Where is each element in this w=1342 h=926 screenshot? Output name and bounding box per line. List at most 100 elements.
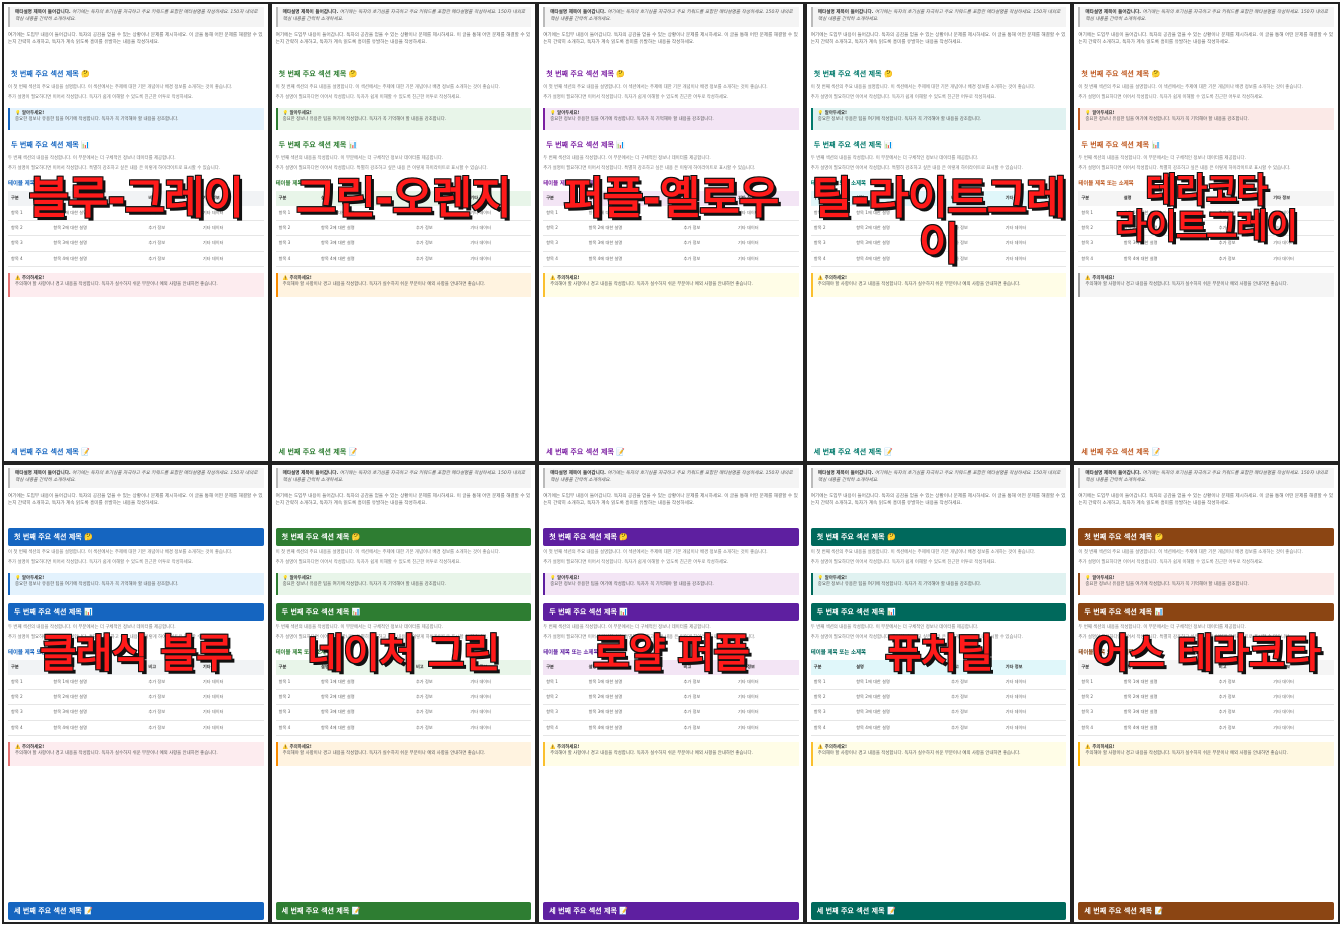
tip-box: 💡 알아두세요! 중요한 정보나 유용한 팁을 여기에 작성합니다. 독자가 꼭 … [275, 572, 532, 595]
table-row: 항목 1 항목 1에 대한 설명 추가 정보 기타 데이터 [543, 674, 799, 690]
table-row: 항목 2 항목 2에 대한 설명 추가 정보 기타 데이터 [810, 220, 1067, 237]
table-cell: 항목 3 [810, 235, 854, 252]
meta-note: 매타설명 제목이 들어갑니다. 여기에는 독자의 호기심을 자극하고 주요 키워… [8, 468, 264, 488]
table-row: 항목 4 항목 4에 대한 설명 추가 정보 기타 데이터 [543, 251, 799, 267]
table-subheading: 테이블 제목 또는 소제목 [810, 650, 867, 657]
table-cell: 기타 데이터 [1270, 689, 1334, 706]
table-cell: 추가 정보 [680, 205, 736, 221]
table-header-row: 구분 설명 비고 기타 정보 [810, 660, 1067, 675]
table-cell: 항목 3 [810, 704, 854, 721]
table-cell: 추가 정보 [412, 674, 468, 690]
table-header-cell: 비고 [680, 191, 736, 206]
table-row: 항목 2 항목 2에 대한 설명 추가 정보 기타 데이터 [543, 689, 799, 706]
table-header-row: 구분 설명 비고 기타 정보 [810, 191, 1067, 206]
table-subheading: 테이블 제목 또는 소제목 [1078, 181, 1134, 188]
table-cell: 기타 데이터 [1002, 235, 1067, 252]
table-header-cell: 설명 [853, 191, 949, 206]
table-header-cell: 설명 [50, 191, 146, 206]
table-cell: 항목 4 [543, 251, 586, 267]
table-header-cell: 설명 [1120, 191, 1216, 206]
section-heading-2: 두 번째 주요 섹션 제목 📊 [278, 140, 358, 149]
section-1-text: 이 첫 번째 섹션의 주요 내용을 설명합니다. 이 섹션에서는 주제에 대한 … [276, 550, 532, 566]
table-header-cell: 비고 [1215, 191, 1271, 206]
section-heading-2: 두 번째 주요 섹션 제목 📊 [1081, 140, 1161, 149]
table-cell: 추가 정보 [948, 205, 1003, 221]
theme-panel: 매타설명 제목이 들어갑니다. 여기에는 독자의 호기심을 자극하고 주요 키워… [806, 4, 1071, 461]
table-cell: 기타 데이터 [199, 720, 264, 736]
text-line: 이 첫 번째 섹션의 주요 내용을 설명합니다. 이 섹션에서는 주제에 대한 … [275, 85, 501, 91]
table-row: 항목 4 항목 4에 대한 설명 추가 정보 기타 데이터 [275, 251, 532, 267]
section-heading-3: 세 번째 주요 섹션 제목 📝 [8, 901, 264, 920]
text-line: 추가 설명이 필요하다면 이어서 작성합니다. 독자가 쉽게 이해할 수 있도록… [1078, 559, 1264, 565]
table-cell: 기타 데이터 [735, 720, 799, 736]
table-row: 항목 2 항목 2에 대한 설명 추가 정보 기타 데이터 [8, 220, 264, 237]
text-line: 두 번째 섹션의 내용을 작성합니다. 이 부분에서는 더 구체적인 정보나 데… [543, 156, 711, 161]
section-heading-1: 첫 번째 주요 섹션 제목 🤔 [275, 527, 532, 547]
theme-panel: 매타설명 제목이 들어갑니다. 여기에는 독자의 호기심을 자극하고 주요 키워… [4, 4, 268, 461]
table-cell: 추가 정보 [680, 674, 736, 690]
section-heading-2: 두 번째 주요 섹션 제목 📊 [810, 602, 1067, 621]
table-row: 항목 2 항목 2에 대한 설명 추가 정보 기타 데이터 [275, 220, 532, 237]
meta-note-title: 매타설명 제목이 들어갑니다. [1085, 10, 1142, 15]
table-cell: 항목 4 [543, 720, 586, 736]
intro-paragraph: 여기에는 도입부 내용이 들어갑니다. 독자의 공감을 얻을 수 있는 상황이나… [275, 32, 531, 45]
table-cell: 추가 정보 [145, 251, 200, 267]
table-row: 항목 3 항목 3에 대한 설명 추가 정보 기타 데이터 [810, 704, 1067, 721]
intro-paragraph: 여기에는 도입부 내용이 들어갑니다. 독자의 공감을 얻을 수 있는 상황이나… [275, 493, 531, 506]
table-cell: 항목 4에 대한 설명 [317, 720, 413, 736]
table-cell: 항목 3 [1078, 235, 1121, 252]
section-1-text: 이 첫 번째 섹션의 주요 내용을 설명합니다. 이 섹션에서는 주제에 대한 … [811, 85, 1067, 101]
theme-panel: 매타설명 제목이 들어갑니다. 여기에는 독자의 호기심을 자극하고 주요 키워… [271, 465, 536, 922]
text-line: 추가 설명이 필요하다면 이어서 작성합니다. 특별히 강조하고 싶은 내용 은… [810, 634, 1023, 640]
table-header-cell: 설명 [585, 191, 681, 206]
section-2-text: 두 번째 섹션의 내용을 작성합니다. 이 부분에서는 더 구체적인 정보나 데… [276, 156, 532, 172]
table-row: 항목 3 항목 3에 대한 설명 추가 정보 기타 데이터 [275, 235, 532, 252]
table-header-row: 구분 설명 비고 기타 정보 [275, 191, 532, 206]
table-cell: 항목 4 [810, 251, 854, 267]
table-cell: 항목 2 [275, 220, 318, 237]
text-line: 추가 설명이 필요하다면 이어서 작성합니다. 독자가 쉽게 이해할 수 있도록… [8, 559, 194, 565]
table-header-cell: 구분 [275, 191, 318, 206]
table-cell: 항목 1 [810, 674, 854, 690]
warning-box: ⚠️ 주의하세요! 주의해야 할 사항이나 경고 내용을 작성합니다. 독자가 실… [1078, 272, 1334, 297]
table-header-row: 구분 설명 비고 기타 정보 [275, 660, 532, 675]
text-line: 두 번째 섹션의 내용을 작성합니다. 이 부분에서는 더 구체적인 정보나 데… [1078, 625, 1246, 630]
table-cell: 항목 3에 대한 설명 [317, 235, 413, 252]
table-cell: 기타 데이터 [1002, 674, 1067, 690]
table-cell: 추가 정보 [145, 720, 200, 736]
table-header-cell: 비고 [412, 660, 468, 675]
table-header-cell: 구분 [810, 660, 854, 675]
table-row: 항목 3 항목 3에 대한 설명 추가 정보 기타 데이터 [8, 235, 264, 252]
data-table: 구분 설명 비고 기타 정보 항목 1 항목 1에 대한 설명 추가 정보 기타 데이터 항목 … [810, 660, 1067, 736]
table-subheading: 테이블 제목 또는 소제목 [8, 181, 64, 188]
table-subheading: 테이블 제목 또는 소제목 [810, 181, 867, 188]
table-cell: 추가 정보 [948, 251, 1003, 267]
tip-text: 중요한 정보나 유용한 팁을 여기에 작성합니다. 독자가 꼭 기억해야 할 내… [282, 117, 447, 123]
table-row: 항목 1 항목 1에 대한 설명 추가 정보 기타 데이터 [275, 205, 532, 221]
table-cell: 추가 정보 [145, 704, 200, 721]
meta-note: 매타설명 제목이 들어갑니다. 여기에는 독자의 호기심을 자극하고 주요 키워… [8, 7, 264, 27]
tip-text: 중요한 정보나 유용한 팁을 여기에 작성합니다. 독자가 꼭 기억해야 할 내… [15, 117, 179, 123]
intro-paragraph: 여기에는 도입부 내용이 들어갑니다. 독자의 공감을 얻을 수 있는 상황이나… [1078, 493, 1334, 506]
table-cell: 항목 2에 대한 설명 [1120, 689, 1216, 706]
table-cell: 항목 1에 대한 설명 [317, 205, 413, 221]
text-line: 추가 설명이 필요하다면 이어서 작성합니다. 특별히 강조하고 싶은 내용 은… [275, 634, 488, 640]
warning-box: ⚠️ 주의하세요! 주의해야 할 사항이나 경고 내용을 작성합니다. 독자가 실… [543, 741, 799, 766]
warning-box: ⚠️ 주의하세요! 주의해야 할 사항이나 경고 내용을 작성합니다. 독자가 실… [810, 741, 1067, 766]
section-1-text: 이 첫 번째 섹션의 주요 내용을 설명합니다. 이 섹션에서는 주제에 대한 … [543, 85, 799, 101]
warning-text: 주의해야 할 사항이나 경고 내용을 작성합니다. 독자가 실수하지 쉬운 부분… [15, 282, 218, 288]
table-cell: 기타 데이터 [199, 205, 264, 221]
table-cell: 항목 3에 대한 설명 [853, 704, 949, 721]
table-cell: 항목 2에 대한 설명 [317, 689, 413, 706]
table-cell: 추가 정보 [412, 704, 468, 721]
theme-panel: 매타설명 제목이 들어갑니다. 여기에는 독자의 호기심을 자극하고 주요 키워… [806, 465, 1071, 922]
table-cell: 항목 2에 대한 설명 [585, 220, 681, 237]
table-cell: 기타 데이터 [467, 235, 532, 252]
table-cell: 기타 데이터 [199, 674, 264, 690]
section-2-text: 두 번째 섹션의 내용을 작성합니다. 이 부분에서는 더 구체적인 정보나 데… [8, 625, 264, 641]
table-cell: 항목 1 [543, 674, 586, 690]
table-subheading: 테이블 제목 또는 소제목 [543, 181, 599, 188]
table-cell: 추가 정보 [412, 235, 468, 252]
table-cell: 항목 2에 대한 설명 [50, 220, 146, 237]
data-table: 구분 설명 비고 기타 정보 항목 1 항목 1에 대한 설명 추가 정보 기타 데이터 항목 … [275, 191, 532, 267]
